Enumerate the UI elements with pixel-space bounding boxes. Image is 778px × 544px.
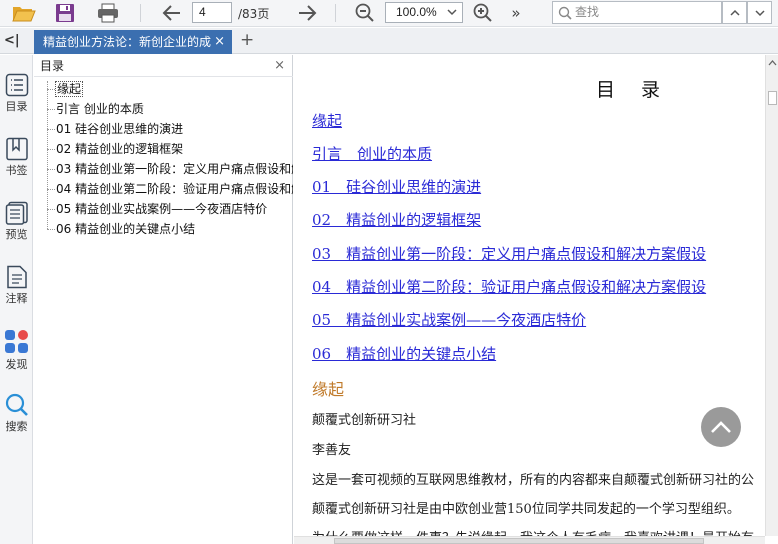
search-placeholder: 查找	[575, 5, 600, 19]
print-icon[interactable]	[94, 0, 122, 26]
discover-apps-icon	[4, 330, 28, 353]
outline-item[interactable]: 引言 创业的本质	[34, 99, 293, 119]
tab-title: 精益创业方法论：新创企业的成	[43, 35, 212, 49]
add-tab-button[interactable]: +	[240, 30, 254, 50]
rail-item-discover[interactable]: 发现	[0, 329, 33, 372]
chevron-up-icon	[768, 60, 777, 66]
rail-label: 目录	[5, 100, 28, 113]
toc-link[interactable]: 04 精益创业第二阶段：验证用户痛点假设和解决方案假设	[312, 276, 706, 297]
outline-item[interactable]: 05 精益创业实战案例——今夜酒店特价	[34, 199, 293, 219]
rail-item-outline[interactable]: 目录	[0, 73, 33, 114]
scrollbar-thumb[interactable]	[768, 91, 777, 105]
page-number-input[interactable]: 4	[192, 2, 232, 23]
outline-item[interactable]: 03 精益创业第一阶段：定义用户痛点假设和解决方案假设	[34, 159, 293, 179]
outline-list-icon	[5, 73, 28, 97]
rail-item-preview[interactable]: 预览	[0, 201, 33, 242]
tab-document[interactable]: 精益创业方法论：新创企业的成 ×	[34, 30, 232, 54]
arrow-left-icon[interactable]	[160, 0, 184, 26]
search-input[interactable]: 查找	[552, 1, 722, 24]
save-icon[interactable]	[52, 0, 78, 26]
outline-item[interactable]: 缘起	[34, 79, 293, 99]
toc-link[interactable]: 引言 创业的本质	[312, 143, 432, 164]
outline-item[interactable]: 06 精益创业的关键点小结	[34, 219, 293, 239]
outline-item[interactable]: 01 硅谷创业思维的演进	[34, 119, 293, 139]
toc-link[interactable]: 05 精益创业实战案例——今夜酒店特价	[312, 309, 586, 330]
toc-link[interactable]: 缘起	[312, 110, 342, 131]
tab-close-button[interactable]: ×	[214, 30, 225, 54]
toolbar-divider	[140, 4, 141, 22]
outline-title: 目录	[40, 59, 65, 73]
body-paragraph: 李善友	[312, 443, 352, 458]
chevron-down-icon	[446, 4, 458, 26]
body-paragraph: 为什么要做这样一件事？先说缘起，我这个人有毛病，我喜欢讲课！最开始有	[312, 527, 754, 536]
back-to-top-button[interactable]	[701, 407, 741, 447]
rail-item-search[interactable]: 搜索	[0, 393, 33, 434]
toc-link[interactable]: 02 精益创业的逻辑框架	[312, 209, 481, 230]
rail-label: 发现	[5, 358, 28, 371]
collapse-sidebar-button[interactable]: <|	[4, 33, 20, 48]
outline-header: 目录 ×	[34, 55, 293, 77]
search-prev-button[interactable]	[722, 1, 747, 24]
more-tools-button[interactable]: »	[507, 0, 525, 26]
vertical-scrollbar[interactable]	[765, 55, 778, 536]
toc-link[interactable]: 03 精益创业第一阶段：定义用户痛点假设和解决方案假设	[312, 243, 706, 264]
main-toolbar: 4 /83页 100.0% » 查找	[0, 0, 778, 27]
pages-preview-icon	[5, 201, 28, 225]
section-heading: 缘起	[312, 380, 345, 399]
outline-tree: 缘起 引言 创业的本质 01 硅谷创业思维的演进 02 精益创业的逻辑框架 03…	[34, 79, 293, 239]
body-paragraph: 这是一套可视频的互联网思维教材，所有的内容都来自颠覆式创新研习社的公	[312, 473, 755, 488]
rail-item-bookmark[interactable]: 书签	[0, 137, 33, 178]
search-next-button[interactable]	[747, 1, 772, 24]
toolbar-divider	[335, 4, 336, 22]
search-icon	[558, 6, 572, 27]
outline-close-button[interactable]: ×	[274, 55, 285, 77]
body-paragraph: 颠覆式创新研习社是由中欧创业营150位同学共同发起的一个学习型组织。	[312, 502, 740, 517]
chevron-down-icon	[754, 9, 765, 16]
zoom-value: 100.0%	[396, 5, 437, 19]
open-folder-icon[interactable]	[10, 0, 38, 26]
outline-panel: 目录 × 缘起 引言 创业的本质 01 硅谷创业思维的演进 02 精益创业的逻辑…	[34, 55, 293, 544]
left-rail: 目录 书签 预览 注释 发现 搜索	[0, 55, 33, 544]
zoom-in-icon[interactable]	[471, 0, 495, 26]
annotation-icon	[6, 265, 27, 289]
outline-item[interactable]: 02 精益创业的逻辑框架	[34, 139, 293, 159]
document-view: 目 录 缘起 引言 创业的本质 01 硅谷创业思维的演进 02 精益创业的逻辑框…	[294, 55, 765, 536]
zoom-select[interactable]: 100.0%	[385, 2, 463, 23]
scrollbar-thumb[interactable]	[334, 538, 704, 544]
zoom-out-icon[interactable]	[353, 0, 377, 26]
horizontal-scrollbar[interactable]	[294, 536, 765, 544]
toc-link[interactable]: 06 精益创业的关键点小结	[312, 343, 496, 364]
toc-link[interactable]: 01 硅谷创业思维的演进	[312, 176, 481, 197]
page-total-label: /83页	[238, 7, 270, 21]
rail-label: 预览	[5, 228, 28, 241]
body-paragraph: 颠覆式创新研习社	[312, 413, 417, 428]
arrow-right-icon[interactable]	[295, 0, 319, 26]
rail-label: 搜索	[5, 420, 28, 433]
rail-label: 书签	[5, 164, 28, 177]
rail-item-annotation[interactable]: 注释	[0, 265, 33, 306]
tab-bar: <| 精益创业方法论：新创企业的成 × +	[0, 28, 778, 54]
rail-label: 注释	[5, 292, 28, 305]
bookmark-icon	[5, 137, 28, 161]
outline-item[interactable]: 04 精益创业第二阶段：验证用户痛点假设和解决方案假设	[34, 179, 293, 199]
search-icon	[5, 393, 28, 416]
chevron-up-icon	[729, 9, 740, 16]
chevron-up-icon	[711, 421, 731, 433]
document-heading: 目 录	[596, 79, 671, 101]
